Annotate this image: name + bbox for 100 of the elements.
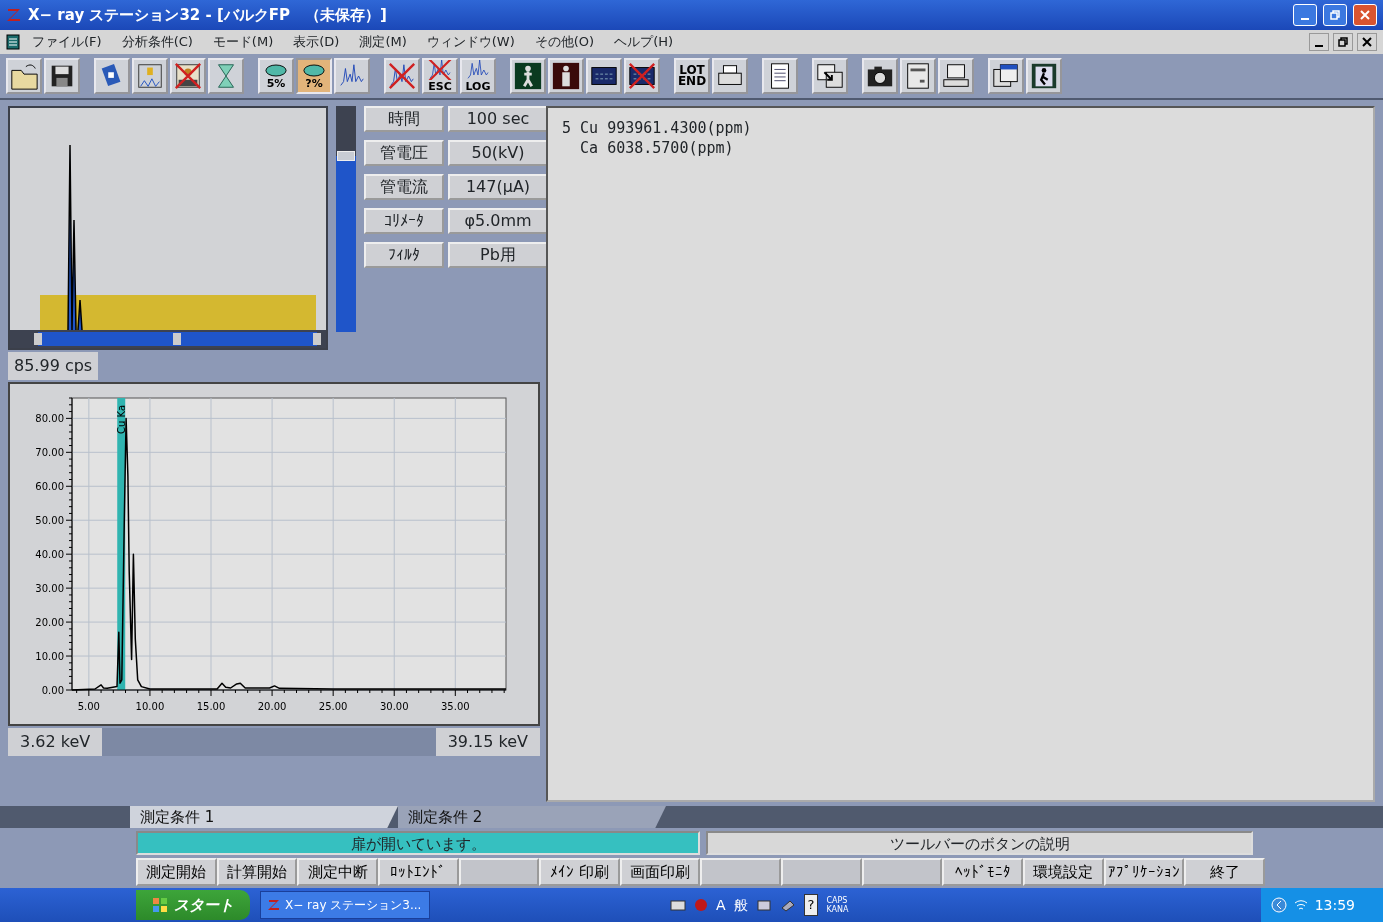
toolbar-button[interactable] bbox=[712, 58, 748, 94]
close-icon bbox=[1359, 9, 1371, 21]
count-rate: 85.99 cps bbox=[8, 352, 99, 380]
function-key[interactable]: ﾒｲﾝ 印刷 bbox=[539, 858, 620, 886]
toolbar-button[interactable] bbox=[938, 58, 974, 94]
y-tick-label: 30.00 bbox=[35, 583, 64, 595]
menu-item[interactable]: 測定(M) bbox=[351, 32, 415, 52]
toolbar-button[interactable] bbox=[862, 58, 898, 94]
x-tick-label: 35.00 bbox=[441, 701, 470, 712]
minimize-icon bbox=[1301, 18, 1309, 20]
x-tick-label: 30.00 bbox=[379, 701, 409, 712]
y-tick-label: 70.00 bbox=[35, 447, 64, 459]
peak-label: Cu Ka bbox=[116, 405, 128, 434]
scale-slider[interactable] bbox=[336, 106, 356, 332]
slider-thumb[interactable] bbox=[337, 150, 355, 161]
toolbar-button[interactable]: ESC bbox=[422, 58, 458, 94]
x-tick-label: 15.00 bbox=[196, 701, 226, 712]
toolbar-button[interactable] bbox=[812, 58, 848, 94]
function-key[interactable]: ﾍｯﾄﾞﾓﾆﾀ bbox=[942, 858, 1024, 886]
crossed-calculator-icon bbox=[627, 61, 657, 91]
y-tick-label: 60.00 bbox=[35, 481, 64, 493]
restore-button[interactable] bbox=[1333, 33, 1353, 51]
menu-item[interactable]: その他(O) bbox=[526, 32, 603, 52]
status-message: 扉が開いています。 bbox=[136, 831, 700, 855]
toolbar-button[interactable] bbox=[1026, 58, 1062, 94]
menu-item[interactable]: ヘルプ(H) bbox=[606, 32, 682, 52]
slider-handle[interactable] bbox=[173, 333, 182, 345]
range-end: 39.15 keV bbox=[435, 728, 540, 756]
status-hint: ツールバーのボタンの説明 bbox=[706, 831, 1253, 855]
taskbar-button[interactable]: X− ray ステーション3... bbox=[260, 891, 430, 919]
ime-kanji-mode[interactable]: 般 bbox=[733, 894, 748, 916]
maximize-button[interactable] bbox=[1323, 4, 1347, 26]
ime-mode[interactable]: A bbox=[716, 894, 726, 916]
help-button[interactable]: ? bbox=[803, 894, 819, 916]
menu-item[interactable]: 表示(D) bbox=[285, 32, 348, 52]
person-icon bbox=[551, 61, 581, 91]
function-key[interactable]: 画面印刷 bbox=[619, 858, 701, 886]
toolbar-button[interactable] bbox=[624, 58, 660, 94]
function-key[interactable]: 測定開始 bbox=[136, 858, 217, 886]
toolbar-button[interactable] bbox=[762, 58, 798, 94]
function-key[interactable]: 終了 bbox=[1184, 858, 1265, 886]
function-key[interactable]: 測定中断 bbox=[297, 858, 378, 886]
window-title: X− ray ステーション32 - [バルクFP （未保存）] bbox=[28, 4, 387, 26]
condition-value: 50(kV) bbox=[448, 140, 548, 166]
toolbar-button[interactable] bbox=[6, 58, 42, 94]
condition-label: ﾌｨﾙﾀ bbox=[364, 242, 444, 268]
range-start: 3.62 keV bbox=[8, 728, 103, 756]
condition-label: 管電圧 bbox=[364, 140, 444, 166]
close-button[interactable] bbox=[1357, 33, 1377, 51]
disc-icon bbox=[265, 63, 287, 77]
tab[interactable]: 測定条件 2 bbox=[398, 806, 666, 828]
caps-indicator: CAPS bbox=[826, 896, 849, 905]
condition-value: 100 sec bbox=[448, 106, 548, 132]
condition-value: Pb用 bbox=[448, 242, 548, 268]
toolbar-button[interactable]: ?% bbox=[296, 58, 332, 94]
tab[interactable]: 測定条件 1 bbox=[130, 806, 398, 828]
crossed-spectrum-icon bbox=[387, 61, 417, 91]
x-tick-label: 25.00 bbox=[318, 701, 348, 712]
minimize-button[interactable] bbox=[1309, 33, 1329, 51]
result-line: 5 Cu 993961.4300(ppm) bbox=[562, 118, 753, 138]
kana-indicator: KANA bbox=[826, 905, 849, 914]
keyboard-icon bbox=[670, 899, 686, 911]
function-key[interactable]: ﾛｯﾄｴﾝﾄﾞ bbox=[377, 858, 459, 886]
start-button[interactable]: スタート bbox=[136, 890, 250, 920]
x-tick-label: 10.00 bbox=[135, 701, 165, 712]
x-tick-label: 20.00 bbox=[257, 701, 287, 712]
menu-item[interactable]: ウィンドウ(W) bbox=[418, 32, 523, 52]
toolbar-button[interactable] bbox=[988, 58, 1024, 94]
x-tick-label: 5.00 bbox=[77, 701, 100, 712]
toolbar-button[interactable] bbox=[510, 58, 546, 94]
menu-item[interactable]: ファイル(F) bbox=[24, 32, 110, 52]
range-slider[interactable] bbox=[10, 330, 326, 348]
function-key[interactable]: 環境設定 bbox=[1023, 858, 1104, 886]
toolbar-button[interactable]: LOT END bbox=[674, 58, 710, 94]
chevron-icon bbox=[1270, 897, 1287, 913]
close-icon bbox=[1361, 36, 1373, 48]
menu-item[interactable]: モード(M) bbox=[204, 32, 282, 52]
toolbar-button[interactable] bbox=[44, 58, 80, 94]
menu-item[interactable]: 分析条件(C) bbox=[113, 32, 201, 52]
condition-label: 管電流 bbox=[364, 174, 444, 200]
function-key[interactable]: ｱﾌﾟﾘｹｰｼｮﾝ bbox=[1103, 858, 1185, 886]
toolbar-button[interactable] bbox=[548, 58, 584, 94]
windows-logo-icon bbox=[152, 897, 168, 913]
slider-handle[interactable] bbox=[312, 333, 321, 345]
restore-icon bbox=[1329, 9, 1341, 21]
disc-icon bbox=[303, 63, 325, 77]
toolbar-button[interactable] bbox=[586, 58, 622, 94]
condition-value: 147(μA) bbox=[448, 174, 548, 200]
toolbar-button[interactable]: 5% bbox=[258, 58, 294, 94]
ball-icon bbox=[694, 898, 708, 912]
condition-label: ｺﾘﾒｰﾀ bbox=[364, 208, 444, 234]
toolbar-button[interactable] bbox=[900, 58, 936, 94]
function-key[interactable]: 計算開始 bbox=[216, 858, 298, 886]
result-line: Ca 6038.5700(ppm) bbox=[579, 138, 735, 158]
toolbar-button[interactable] bbox=[170, 58, 206, 94]
minimize-icon bbox=[1315, 45, 1323, 47]
slider-handle[interactable] bbox=[34, 333, 43, 345]
y-tick-label: 40.00 bbox=[35, 549, 64, 561]
eraser-icon bbox=[779, 898, 796, 912]
toolbar-button[interactable]: LOG bbox=[460, 58, 496, 94]
